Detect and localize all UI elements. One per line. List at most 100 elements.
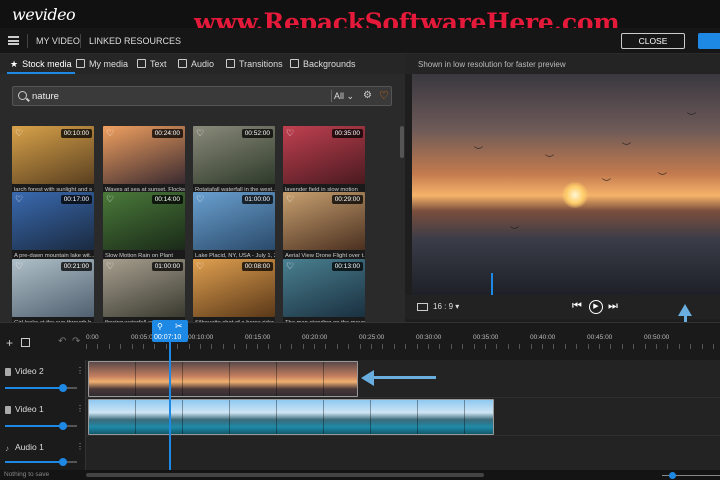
ruler-tick (303, 344, 304, 349)
media-thumbnail[interactable]: ♡00:08:00Silhouette shot of a horse ride… (193, 259, 275, 331)
publish-button[interactable] (698, 33, 720, 49)
media-scrollbar[interactable] (400, 126, 404, 158)
heart-icon[interactable]: ♡ (106, 261, 114, 272)
clip-frame (324, 362, 357, 396)
aspect-ratio-icon (417, 303, 428, 311)
tab-backgrounds[interactable]: Backgrounds (290, 54, 356, 74)
heart-icon[interactable]: ♡ (106, 194, 114, 205)
search-input[interactable]: nature (32, 91, 59, 102)
skip-back-icon[interactable]: ⏮ (572, 300, 582, 313)
media-thumbnail[interactable]: ♡ 01:00:00 Lake Placid, NY, USA - July 1, … (193, 192, 275, 264)
playhead-line[interactable] (169, 342, 171, 470)
save-status: Nothing to save (4, 471, 50, 478)
tab-stock-media[interactable]: ★ Stock media (7, 54, 75, 74)
ruler-tick (713, 344, 714, 349)
heart-icon[interactable]: ♡ (286, 261, 294, 272)
linked-resources-link[interactable]: LINKED RESOURCES (89, 36, 181, 46)
clip-frame (136, 362, 183, 396)
media-thumbnail[interactable]: ♡ 00:17:00 A pre-dawn mountain lake wit... (12, 192, 94, 264)
media-thumbnail[interactable]: ♡ 00:35:00 lavender field in slow motion (283, 126, 365, 198)
tab-transitions[interactable]: Transitions (226, 54, 283, 74)
zoom-knob[interactable] (669, 472, 676, 479)
bird: ︶ (510, 226, 520, 236)
redo-icon[interactable]: ↷ (72, 336, 80, 347)
heart-icon[interactable]: ♡ (15, 194, 23, 205)
tab-audio[interactable]: Audio (178, 54, 214, 74)
pin-icon[interactable]: ⚲ (157, 322, 163, 331)
duration-badge: 00:24:00 (151, 129, 183, 138)
media-thumbnail[interactable]: ♡00:13:00The man standing on the moun... (283, 259, 365, 331)
scissors-icon[interactable]: ✂ (175, 321, 183, 332)
close-button[interactable]: CLOSE (621, 33, 685, 49)
ruler-tick (177, 344, 178, 349)
ruler-tick (428, 344, 429, 349)
skip-forward-icon[interactable]: ⏭ (608, 300, 618, 313)
ruler-tick (120, 344, 121, 349)
media-thumbnail[interactable]: ♡00:21:00Girl looks at the sun through h… (12, 259, 94, 331)
preview-scrub-marker[interactable] (491, 273, 493, 295)
more-icon[interactable]: ⋮ (76, 442, 84, 451)
heart-icon[interactable]: ♡ (15, 128, 23, 139)
ruler-label: 00:35:00 (473, 334, 499, 341)
heart-icon[interactable]: ♡ (196, 261, 204, 272)
media-thumbnail[interactable]: ♡ 00:14:00 Slow Motion Rain on Plant (103, 192, 185, 264)
ruler-label: 00:50:00 (644, 334, 670, 341)
ruler-tick (246, 344, 247, 349)
volume-slider[interactable] (5, 458, 77, 466)
media-thumbnail[interactable]: ♡ 00:52:00 Rotatafall waterfall in the wes… (193, 126, 275, 198)
undo-icon[interactable]: ↶ (58, 336, 66, 347)
ruler-tick (542, 344, 543, 349)
heart-icon[interactable]: ♡ (196, 194, 204, 205)
ruler-label: 00:15:00 (245, 334, 271, 341)
volume-fill (5, 387, 61, 389)
sliders-icon[interactable]: ⚙ (363, 91, 373, 101)
track-labels: Video 2 ⋮ Video 1 ⋮ ♪ Audio 1 ⋮ (0, 360, 86, 470)
filter-select[interactable]: All ⌄ (334, 91, 354, 102)
heart-icon[interactable]: ♡ (379, 89, 389, 102)
duration-badge: 00:13:00 (331, 262, 363, 271)
my-video-link[interactable]: MY VIDEO (36, 36, 80, 46)
clip-frame (277, 362, 324, 396)
media-thumbnail[interactable]: ♡ 00:24:00 Waves at sea at sunset. Flocks … (103, 126, 185, 198)
clip-frame (277, 400, 324, 434)
menu-icon[interactable] (8, 36, 19, 45)
aspect-ratio-select[interactable]: 16 : 9 ▾ (433, 302, 459, 311)
volume-knob[interactable] (59, 422, 67, 430)
search-icon (18, 91, 27, 100)
media-thumbnail[interactable]: ♡ 00:10:00 larch forest with sunlight and … (12, 126, 94, 198)
music-icon (178, 59, 187, 68)
heart-icon[interactable]: ♡ (106, 128, 114, 139)
ruler-tick (97, 344, 98, 349)
music-icon: ♪ (5, 444, 9, 453)
bird: ︶ (602, 178, 612, 188)
tab-my-media[interactable]: My media (76, 54, 128, 74)
bird: ︶ (687, 112, 697, 122)
ruler-tick (565, 344, 566, 349)
heart-icon[interactable]: ♡ (15, 261, 23, 272)
heart-icon[interactable]: ♡ (286, 128, 294, 139)
tab-text[interactable]: Text (137, 54, 167, 74)
clip-lake[interactable] (88, 399, 494, 435)
heart-icon[interactable]: ♡ (286, 194, 294, 205)
volume-knob[interactable] (59, 384, 67, 392)
duration-badge: 00:08:00 (241, 262, 273, 271)
timeline-scrollbar[interactable] (86, 473, 484, 477)
more-icon[interactable]: ⋮ (76, 366, 84, 375)
play-button[interactable]: ▶ (589, 300, 603, 314)
volume-knob[interactable] (59, 458, 67, 466)
search-bar[interactable]: nature All ⌄ ⚙ ♡ (12, 86, 392, 106)
transition-icon (226, 59, 235, 68)
person-icon (76, 59, 85, 68)
ruler-label: 00:20:00 (302, 334, 328, 341)
copy-icon[interactable] (21, 338, 30, 347)
add-track-icon[interactable]: + (6, 336, 13, 350)
track-name: Video 1 (15, 404, 44, 414)
wevideo-logo: wevideo (12, 5, 76, 24)
clip-sunset[interactable] (88, 361, 358, 397)
volume-slider[interactable] (5, 384, 77, 392)
volume-slider[interactable] (5, 422, 77, 430)
more-icon[interactable]: ⋮ (76, 404, 84, 413)
media-thumbnail[interactable]: ♡ 00:29:00 Aerial View Drone Flight over t… (283, 192, 365, 264)
video-preview: ︶ ︶ ︶ ︶ ︶ ︶ ︶ (412, 74, 720, 295)
heart-icon[interactable]: ♡ (196, 128, 204, 139)
